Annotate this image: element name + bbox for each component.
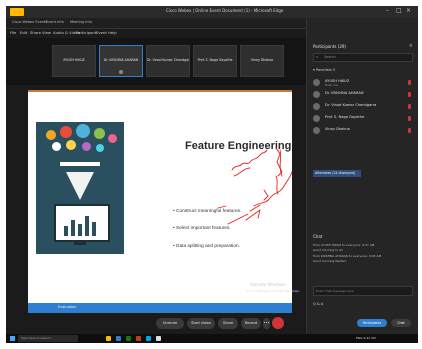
webex-icon[interactable]: [146, 336, 151, 341]
participant-row[interactable]: Dr. Vinod Kumar Chandgarra: [313, 102, 413, 111]
tile-name: Dr. Vinod Kumar Chandgarra: [147, 58, 189, 62]
search-placeholder: Search: [324, 55, 336, 59]
minimize-icon[interactable]: –: [386, 7, 389, 14]
chat-message: Good morning to all: [313, 248, 343, 252]
video-tile[interactable]: Dr. Vinod Kumar Chandgarra: [146, 45, 190, 77]
more-button[interactable]: •••: [263, 318, 270, 329]
title-bar: Cisco Webex | Online Event Document (1) …: [6, 6, 418, 18]
participant-role: Host, me: [325, 83, 338, 87]
slide-footer-text: Evaluation: [58, 305, 77, 309]
video-tile-active[interactable]: Dr. KRISHNA AHARAN: [99, 45, 143, 77]
participant-row[interactable]: Vinay Dhakua: [313, 126, 413, 135]
window-title: Cisco Webex | Online Event Document (1) …: [166, 8, 284, 13]
muted-mic-icon: [408, 128, 411, 133]
video-tile[interactable]: AYUSH HIKUZ: [52, 45, 96, 77]
participant-row[interactable]: Prof. S. Naga Gayathe: [313, 114, 413, 123]
menu-event[interactable]: Event: [96, 30, 107, 35]
search-icon: ⌕: [316, 54, 319, 59]
menu-share[interactable]: Share: [30, 30, 41, 35]
menu-participant[interactable]: Participant: [76, 30, 96, 35]
tile-name: AYUSH HIKUZ: [63, 58, 85, 62]
annotation-ink: [217, 147, 292, 225]
tile-name: Prof. S. Naga Gayathe: [197, 58, 233, 62]
share-button[interactable]: Share: [218, 318, 238, 329]
panel-close-icon[interactable]: ×: [409, 43, 413, 49]
video-tile[interactable]: Prof. S. Naga Gayathe: [193, 45, 237, 77]
panelists-section-label[interactable]: ▾ Panelists 5: [313, 68, 335, 72]
panel-title: Participants (29): [313, 44, 346, 49]
windows-taskbar: Type here to search ENG 9:42 AM: [6, 334, 418, 343]
meeting-controls: Unmute Start video Share Record •••: [6, 314, 306, 334]
chat-button[interactable]: Chat: [391, 319, 411, 327]
participant-row[interactable]: Dr. KRISHNA AHARAN: [313, 90, 413, 99]
tile-name: Vinay Dhakua: [250, 58, 274, 62]
muted-mic-icon: [408, 80, 411, 85]
video-strip: AYUSH HIKUZ Dr. KRISHNA AHARAN Dr. Vinod…: [6, 38, 306, 85]
chat-message-meta: from AYUSH HIKUZ to everyone: 9:37 AM: [313, 243, 375, 247]
video-tile[interactable]: Vinay Dhakua: [240, 45, 284, 77]
close-icon[interactable]: ×: [406, 7, 411, 14]
participants-panel: Participants (29) × ⌕ Search ▾ Panelists…: [306, 18, 418, 334]
menu-bar: File Edit Share View Audio & Video Parti…: [6, 29, 306, 38]
maximize-icon[interactable]: □: [396, 7, 402, 14]
powerpoint-icon[interactable]: [136, 336, 141, 341]
tile-name: Dr. KRISHNA AHARAN: [103, 58, 139, 62]
edge-icon[interactable]: [116, 336, 121, 341]
avatar: [313, 115, 320, 122]
menu-edit[interactable]: Edit: [20, 30, 27, 35]
taskbar-search-placeholder: Type here to search: [21, 336, 51, 340]
tab-meeting-info[interactable]: Meeting Info: [70, 20, 92, 26]
file-explorer-icon[interactable]: [106, 336, 111, 341]
mic-icon: [119, 70, 123, 74]
shared-slide: Feature Engineering • Construct meaningf…: [28, 90, 300, 303]
attendees-label: Attendees (24 displayed): [315, 171, 356, 175]
chat-message: Good morning Madam: [313, 259, 347, 263]
mute-button[interactable]: Unmute: [156, 318, 184, 329]
taskbar-search[interactable]: Type here to search: [18, 335, 78, 342]
muted-mic-icon: [408, 92, 411, 97]
qa-section[interactable]: Q & A: [313, 302, 323, 306]
avatar: [313, 91, 320, 98]
participants-search-input[interactable]: ⌕ Search: [313, 53, 413, 62]
chat-header[interactable]: Chat: [313, 234, 322, 239]
participant-name: Vinay Dhakua: [325, 127, 350, 131]
start-video-button[interactable]: Start video: [187, 318, 215, 329]
chat-message-meta: from KRISHNA AHARAN to everyone: 9:45 AM: [313, 254, 382, 258]
chat-input[interactable]: Enter chat message here: [313, 286, 413, 296]
muted-mic-icon: [408, 116, 411, 121]
end-call-button[interactable]: [272, 317, 284, 329]
avatar: [313, 79, 320, 86]
menu-help[interactable]: Help: [108, 30, 117, 35]
menu-view[interactable]: View: [42, 30, 51, 35]
participant-name: Dr. KRISHNA AHARAN: [325, 91, 364, 95]
avatar: [313, 103, 320, 110]
attendees-section[interactable]: Attendees (24 displayed): [313, 170, 361, 177]
chat-placeholder: Enter chat message here: [316, 289, 354, 293]
store-icon[interactable]: [126, 336, 131, 341]
windows-start-icon[interactable]: [10, 336, 15, 341]
participant-row[interactable]: AYUSH HIKUZ Host, me: [313, 78, 413, 87]
tab-webex-events[interactable]: Cisco Webex Events: [12, 20, 47, 26]
participants-button[interactable]: Participants: [357, 319, 387, 327]
participant-name: Prof. S. Naga Gayathe: [325, 115, 365, 119]
chrome-icon[interactable]: [156, 336, 161, 341]
record-button[interactable]: Record: [241, 318, 261, 329]
menu-file[interactable]: File: [10, 30, 16, 35]
avatar: [313, 127, 320, 134]
tab-event-info[interactable]: Event Info: [46, 20, 64, 26]
muted-mic-icon: [408, 104, 411, 109]
app-logo-icon: [10, 8, 24, 16]
system-tray-clock[interactable]: ENG 9:42 AM: [356, 336, 376, 340]
slide-footer: Evaluation: [28, 303, 292, 313]
webex-window: Cisco Webex | Online Event Document (1) …: [6, 6, 418, 343]
participant-name: Dr. Vinod Kumar Chandgarra: [325, 103, 377, 107]
